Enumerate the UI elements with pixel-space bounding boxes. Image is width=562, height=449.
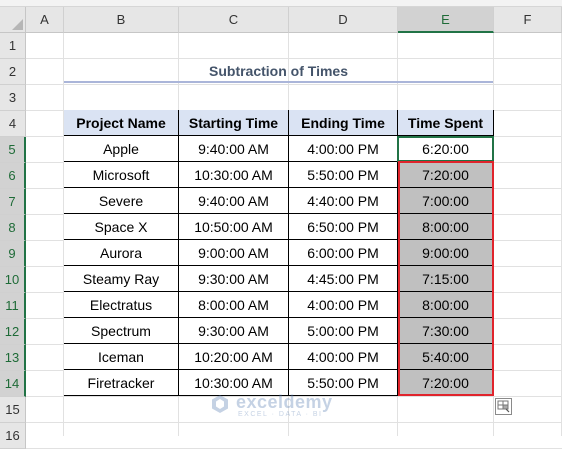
title-underline — [64, 81, 493, 83]
column-header-c[interactable]: C — [179, 7, 289, 33]
gridline-row — [26, 58, 562, 59]
row-header-1[interactable]: 1 — [0, 33, 26, 59]
table-cell-starting-time[interactable]: 9:30:00 AM — [179, 318, 289, 344]
watermark-brand: exceldemy — [236, 392, 333, 412]
column-header-d[interactable]: D — [289, 7, 398, 33]
table-header-starting-time[interactable]: Starting Time — [179, 110, 289, 136]
select-all-triangle-icon — [12, 19, 23, 30]
table-cell-project-name[interactable]: Steamy Ray — [64, 266, 179, 292]
table-cell-ending-time[interactable]: 4:40:00 PM — [289, 188, 398, 214]
watermark-tagline: EXCEL · DATA · BI — [238, 411, 323, 418]
table-cell-ending-time[interactable]: 4:00:00 PM — [289, 136, 398, 162]
table-cell-starting-time[interactable]: 9:40:00 AM — [179, 188, 289, 214]
table-cell-starting-time[interactable]: 9:00:00 AM — [179, 240, 289, 266]
active-cell-cursor[interactable] — [397, 136, 494, 162]
table-cell-project-name[interactable]: Firetracker — [64, 370, 179, 396]
row-header-13[interactable]: 13 — [0, 345, 26, 371]
highlight-range-border — [398, 161, 494, 396]
column-header-a[interactable]: A — [26, 7, 64, 33]
table-cell-project-name[interactable]: Iceman — [64, 344, 179, 370]
formula-bar-strip — [0, 0, 562, 7]
table-cell-starting-time[interactable]: 8:00:00 AM — [179, 292, 289, 318]
table-cell-ending-time[interactable]: 6:50:00 PM — [289, 214, 398, 240]
table-header-time-spent[interactable]: Time Spent — [398, 110, 494, 136]
row-header-8[interactable]: 8 — [0, 215, 26, 241]
row-header-6[interactable]: 6 — [0, 163, 26, 189]
gridline-row — [26, 422, 562, 423]
row-header-2[interactable]: 2 — [0, 59, 26, 85]
row-header-10[interactable]: 10 — [0, 267, 26, 293]
table-cell-starting-time[interactable]: 10:20:00 AM — [179, 344, 289, 370]
table-cell-project-name[interactable]: Space X — [64, 214, 179, 240]
table-cell-ending-time[interactable]: 5:50:00 PM — [289, 162, 398, 188]
table-header-project-name[interactable]: Project Name — [64, 110, 179, 136]
gridline-row — [26, 84, 562, 85]
table-cell-ending-time[interactable]: 4:00:00 PM — [289, 292, 398, 318]
row-header-7[interactable]: 7 — [0, 189, 26, 215]
column-header-e[interactable]: E — [398, 7, 494, 33]
table-cell-starting-time[interactable]: 10:50:00 AM — [179, 214, 289, 240]
column-header-f[interactable]: F — [494, 7, 562, 33]
quick-analysis-icon[interactable] — [495, 398, 512, 415]
table-cell-starting-time[interactable]: 9:30:00 AM — [179, 266, 289, 292]
row-header-15[interactable]: 15 — [0, 397, 26, 423]
row-header-4[interactable]: 4 — [0, 111, 26, 137]
table-cell-starting-time[interactable]: 9:40:00 AM — [179, 136, 289, 162]
watermark: exceldemy EXCEL · DATA · BI — [210, 392, 370, 422]
table-cell-project-name[interactable]: Apple — [64, 136, 179, 162]
table-cell-project-name[interactable]: Spectrum — [64, 318, 179, 344]
row-header-3[interactable]: 3 — [0, 85, 26, 111]
table-cell-starting-time[interactable]: 10:30:00 AM — [179, 162, 289, 188]
sheet-title[interactable]: Subtraction of Times — [64, 60, 493, 82]
table-cell-project-name[interactable]: Aurora — [64, 240, 179, 266]
table-cell-project-name[interactable]: Severe — [64, 188, 179, 214]
table-cell-ending-time[interactable]: 4:45:00 PM — [289, 266, 398, 292]
column-header-b[interactable]: B — [64, 7, 179, 33]
row-header-5[interactable]: 5 — [0, 137, 26, 163]
table-cell-ending-time[interactable]: 4:00:00 PM — [289, 344, 398, 370]
row-header-16[interactable]: 16 — [0, 423, 26, 449]
table-cell-project-name[interactable]: Electratus — [64, 292, 179, 318]
table-header-ending-time[interactable]: Ending Time — [289, 110, 398, 136]
row-header-14[interactable]: 14 — [0, 371, 26, 397]
row-header-9[interactable]: 9 — [0, 241, 26, 267]
table-cell-project-name[interactable]: Microsoft — [64, 162, 179, 188]
watermark-logo-icon — [212, 395, 228, 413]
table-cell-ending-time[interactable]: 6:00:00 PM — [289, 240, 398, 266]
table-cell-ending-time[interactable]: 5:00:00 PM — [289, 318, 398, 344]
row-header-11[interactable]: 11 — [0, 293, 26, 319]
row-header-12[interactable]: 12 — [0, 319, 26, 345]
